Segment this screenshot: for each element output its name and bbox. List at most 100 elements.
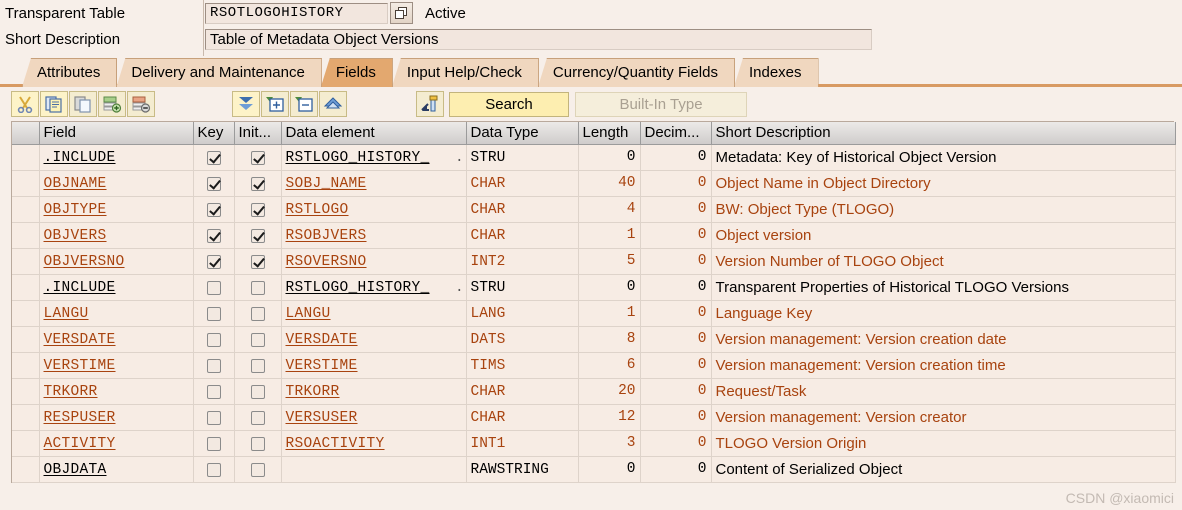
cell-length[interactable]: 20: [578, 378, 641, 405]
cell-field[interactable]: .INCLUDE: [39, 274, 194, 301]
cell-field[interactable]: OBJNAME: [39, 170, 194, 197]
cell-decimals[interactable]: 0: [640, 326, 712, 353]
data-element-name[interactable]: LANGU: [286, 306, 331, 322]
cell-length[interactable]: 0: [578, 144, 641, 171]
cell-short-description[interactable]: Version management: Version creator: [711, 404, 1176, 431]
expand-include-icon[interactable]: [261, 91, 289, 117]
cell-short-description[interactable]: Language Key: [711, 300, 1176, 327]
cell-data-type[interactable]: RAWSTRING: [466, 456, 579, 483]
short-description-input[interactable]: Table of Metadata Object Versions: [205, 28, 872, 50]
grid-col-rowsel[interactable]: [12, 122, 40, 145]
cell-length[interactable]: 1: [578, 222, 641, 249]
cell-short-description[interactable]: BW: Object Type (TLOGO): [711, 196, 1176, 223]
cell-length[interactable]: 12: [578, 404, 641, 431]
key-checkbox[interactable]: [206, 203, 221, 218]
data-element-name[interactable]: SOBJ_NAME: [286, 176, 367, 192]
field-name[interactable]: .INCLUDE: [44, 280, 116, 296]
cell-decimals[interactable]: 0: [640, 378, 712, 405]
cell-init[interactable]: [234, 274, 282, 301]
data-element-name[interactable]: TRKORR: [286, 384, 340, 400]
cell-data-element[interactable]: RSOACTIVITY: [281, 430, 467, 457]
table-row[interactable]: OBJVERS RSOBJVERS CHAR 1 0 Object version: [12, 222, 1176, 249]
table-name-input[interactable]: RSOTLOGOHISTORY: [205, 2, 388, 24]
cell-decimals[interactable]: 0: [640, 222, 712, 249]
cell-data-type[interactable]: CHAR: [466, 170, 579, 197]
grid-col-length[interactable]: Length: [578, 122, 641, 145]
cell-data-element[interactable]: SOBJ_NAME: [281, 170, 467, 197]
collapse-all-icon[interactable]: [319, 91, 347, 117]
grid-col-key[interactable]: Key: [193, 122, 235, 145]
key-checkbox[interactable]: [206, 229, 221, 244]
table-row[interactable]: OBJNAME SOBJ_NAME CHAR 40 0 Object Name in Ob…: [12, 170, 1176, 197]
key-checkbox[interactable]: [206, 151, 221, 166]
cell-init[interactable]: [234, 456, 282, 483]
cell-decimals[interactable]: 0: [640, 404, 712, 431]
cell-key[interactable]: [193, 456, 235, 483]
paste-icon[interactable]: [69, 91, 97, 117]
field-name[interactable]: OBJDATA: [44, 462, 107, 478]
grid-col-init[interactable]: Init...: [234, 122, 282, 145]
table-row[interactable]: ACTIVITY RSOACTIVITY INT1 3 0 TLOGO Version O…: [12, 430, 1176, 457]
cell-data-type[interactable]: LANG: [466, 300, 579, 327]
field-name[interactable]: OBJTYPE: [44, 202, 107, 218]
table-row[interactable]: RESPUSER VERSUSER CHAR 12 0 Version managemen…: [12, 404, 1176, 431]
cell-data-type[interactable]: CHAR: [466, 196, 579, 223]
data-element-name[interactable]: RSOBJVERS: [286, 228, 367, 244]
cell-data-type[interactable]: DATS: [466, 326, 579, 353]
cell-short-description[interactable]: Content of Serialized Object: [711, 456, 1176, 483]
search-button[interactable]: Search: [449, 91, 569, 117]
cell-field[interactable]: .INCLUDE: [39, 144, 194, 171]
init-checkbox[interactable]: [250, 333, 265, 348]
cell-key[interactable]: [193, 274, 235, 301]
cell-key[interactable]: [193, 170, 235, 197]
cell-data-element[interactable]: VERSUSER: [281, 404, 467, 431]
field-name[interactable]: .INCLUDE: [44, 150, 116, 166]
cell-decimals[interactable]: 0: [640, 300, 712, 327]
cell-length[interactable]: 3: [578, 430, 641, 457]
init-checkbox[interactable]: [250, 307, 265, 322]
key-checkbox[interactable]: [206, 333, 221, 348]
cell-data-element[interactable]: RSTLOGO_HISTORY_.: [281, 274, 467, 301]
table-row[interactable]: TRKORR TRKORR CHAR 20 0 Request/Task: [12, 378, 1176, 405]
key-checkbox[interactable]: [206, 307, 221, 322]
grid-col-datatype[interactable]: Data Type: [466, 122, 579, 145]
init-checkbox[interactable]: [250, 385, 265, 400]
row-selector[interactable]: [12, 352, 40, 379]
cell-data-element[interactable]: VERSTIME: [281, 352, 467, 379]
init-checkbox[interactable]: [250, 255, 265, 270]
cell-key[interactable]: [193, 378, 235, 405]
cell-data-element[interactable]: [281, 456, 467, 483]
predefined-type-icon[interactable]: [416, 91, 444, 117]
grid-col-field[interactable]: Field: [39, 122, 194, 145]
cell-key[interactable]: [193, 196, 235, 223]
cell-field[interactable]: OBJTYPE: [39, 196, 194, 223]
cell-field[interactable]: OBJVERSNO: [39, 248, 194, 275]
built-in-type-button[interactable]: Built-In Type: [575, 91, 747, 117]
cell-init[interactable]: [234, 378, 282, 405]
field-name[interactable]: VERSTIME: [44, 358, 116, 374]
cell-key[interactable]: [193, 326, 235, 353]
cell-data-element[interactable]: TRKORR: [281, 378, 467, 405]
row-selector[interactable]: [12, 430, 40, 457]
cell-field[interactable]: RESPUSER: [39, 404, 194, 431]
cell-data-type[interactable]: CHAR: [466, 404, 579, 431]
grid-col-shortdesc[interactable]: Short Description: [711, 122, 1176, 145]
data-element-name[interactable]: VERSDATE: [286, 332, 358, 348]
tab-input-help-check[interactable]: Input Help/Check: [391, 58, 539, 87]
cell-data-element[interactable]: RSTLOGO: [281, 196, 467, 223]
field-name[interactable]: OBJNAME: [44, 176, 107, 192]
cell-init[interactable]: [234, 196, 282, 223]
cell-init[interactable]: [234, 222, 282, 249]
table-row[interactable]: VERSDATE VERSDATE DATS 8 0 Version management…: [12, 326, 1176, 353]
insert-row-icon[interactable]: [98, 91, 126, 117]
cell-init[interactable]: [234, 404, 282, 431]
key-checkbox[interactable]: [206, 385, 221, 400]
cell-key[interactable]: [193, 430, 235, 457]
cell-decimals[interactable]: 0: [640, 196, 712, 223]
data-element-name[interactable]: RSTLOGO_HISTORY_: [286, 280, 430, 296]
key-checkbox[interactable]: [206, 437, 221, 452]
cell-decimals[interactable]: 0: [640, 430, 712, 457]
init-checkbox[interactable]: [250, 281, 265, 296]
row-selector[interactable]: [12, 248, 40, 275]
cell-decimals[interactable]: 0: [640, 170, 712, 197]
